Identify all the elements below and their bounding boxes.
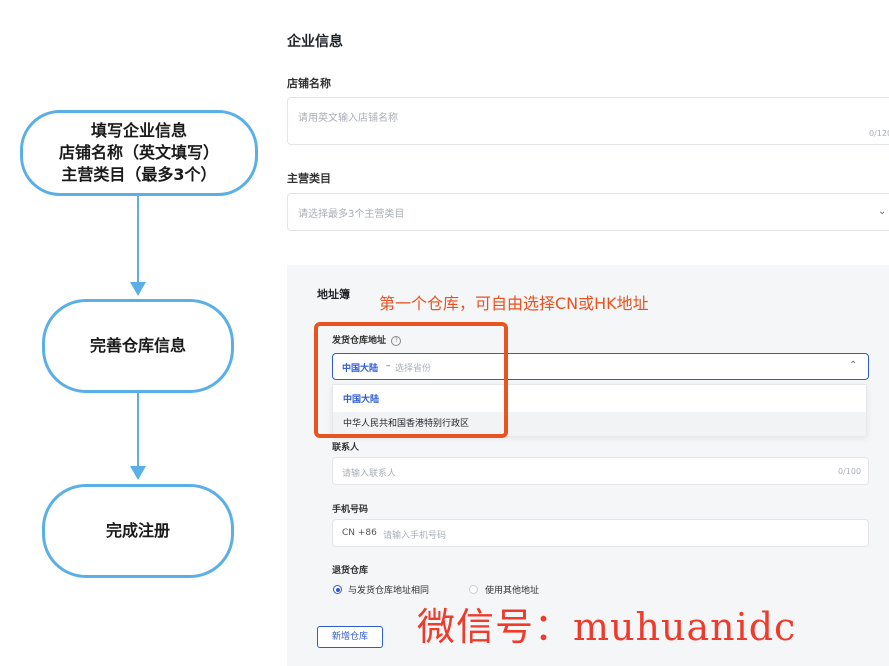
- contact-label: 联系人: [332, 443, 360, 453]
- flow-arrow: [130, 196, 146, 296]
- store-name-placeholder: 请用英文输入店铺名称: [298, 113, 398, 124]
- contact-placeholder: 请输入联系人: [342, 469, 397, 479]
- contact-input[interactable]: 请输入联系人 0/100: [332, 457, 869, 485]
- flow-step-line: 完成注册: [105, 521, 170, 540]
- highlight-box: [314, 322, 508, 438]
- phone-placeholder: 请输入手机号码: [383, 531, 447, 541]
- store-name-input[interactable]: 请用英文输入店铺名称 0/120: [287, 97, 889, 145]
- address-book-title: 地址簿: [317, 288, 350, 301]
- flow-step-line: 填写企业信息: [90, 121, 187, 140]
- section-title: 企业信息: [287, 34, 343, 50]
- phone-input[interactable]: CN +86 请输入手机号码: [332, 519, 869, 547]
- add-warehouse-button[interactable]: 新增仓库: [317, 626, 383, 648]
- flow-step-line: 店铺名称（英文填写）: [58, 143, 219, 162]
- main-category-label: 主营类目: [287, 172, 331, 185]
- store-name-label: 店铺名称: [287, 77, 331, 90]
- watermark-text: 微信号：muhuanidc: [417, 605, 797, 649]
- radio-same-address[interactable]: [333, 585, 342, 594]
- radio-other-address[interactable]: [469, 585, 478, 594]
- contact-counter: 0/100: [838, 467, 862, 476]
- flow-step-line: 完善仓库信息: [89, 336, 186, 355]
- return-warehouse-label: 退货仓库: [332, 566, 369, 576]
- radio-other-address-label[interactable]: 使用其他地址: [485, 583, 539, 596]
- phone-label: 手机号码: [332, 505, 369, 515]
- phone-country-prefix[interactable]: CN +86: [342, 528, 377, 538]
- main-category-select[interactable]: 请选择最多3个主营类目 ⌄: [287, 193, 889, 231]
- main-category-placeholder: 请选择最多3个主营类目: [298, 209, 405, 220]
- flow-step-warehouse-info: 完善仓库信息: [42, 299, 234, 393]
- radio-same-address-label[interactable]: 与发货仓库地址相同: [348, 583, 429, 596]
- chevron-up-icon: ⌃: [849, 360, 858, 371]
- flow-step-line: 主营类目（最多3个）: [61, 165, 217, 184]
- flow-arrow: [130, 393, 146, 480]
- annotation-text: 第一个仓库，可自由选择CN或HK地址: [379, 294, 649, 313]
- flow-step-complete-registration: 完成注册: [42, 484, 234, 578]
- chevron-down-icon: ⌄: [878, 206, 887, 217]
- store-name-counter: 0/120: [869, 129, 889, 138]
- flow-step-fill-company-info: 填写企业信息 店铺名称（英文填写） 主营类目（最多3个）: [20, 110, 258, 196]
